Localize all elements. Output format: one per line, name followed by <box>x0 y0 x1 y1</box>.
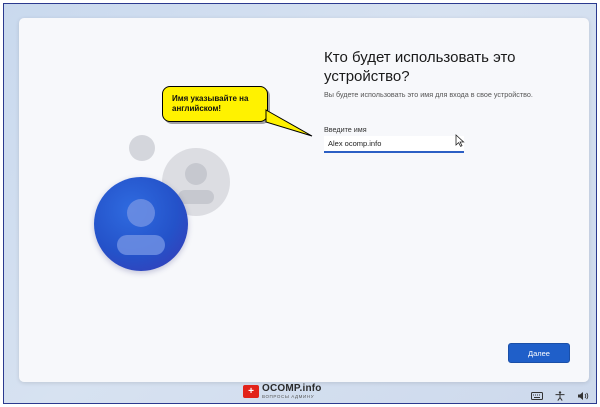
next-button[interactable]: Далее <box>508 343 570 363</box>
mouse-cursor-icon <box>455 134 465 147</box>
page-subtitle: Вы будете использовать это имя для входа… <box>324 90 533 99</box>
oobe-dialog: Кто будет использовать это устройство? В… <box>19 18 589 382</box>
accessibility-icon[interactable] <box>554 388 566 401</box>
volume-icon[interactable] <box>577 388 589 400</box>
name-field-label: Введите имя <box>324 125 367 134</box>
screen-frame: Кто будет использовать это устройство? В… <box>3 3 597 404</box>
callout-pointer-icon <box>265 109 313 137</box>
name-input[interactable] <box>324 136 464 153</box>
avatar-small-icon <box>129 135 155 161</box>
watermark-subtitle: ВОПРОСЫ АДМИНУ <box>262 393 315 399</box>
system-tray <box>531 388 589 401</box>
keyboard-icon[interactable] <box>531 388 543 400</box>
annotation-callout: Имя указывайте на английском! <box>162 86 268 122</box>
watermark-title: OCOMP.info <box>262 382 322 394</box>
page-title: Кто будет использовать это устройство? <box>324 49 516 85</box>
plus-logo-icon: + <box>243 385 259 398</box>
user-avatar-icon <box>94 177 188 271</box>
site-watermark: + OCOMP.info ВОПРОСЫ АДМИНУ <box>243 383 322 400</box>
